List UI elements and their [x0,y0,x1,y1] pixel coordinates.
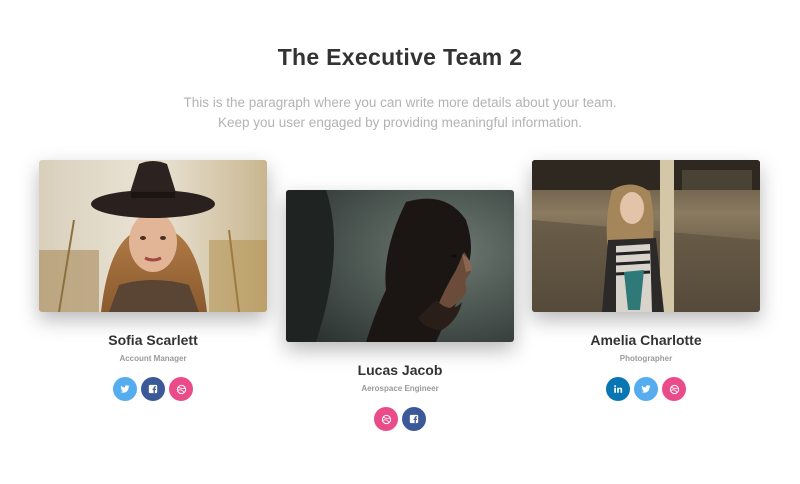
social-links [286,407,514,431]
dribbble-icon [381,414,391,424]
member-role: Photographer [619,354,673,363]
twitter-button[interactable] [634,377,658,401]
twitter-icon [120,385,130,393]
facebook-icon [409,414,419,424]
member-role: Aerospace Engineer [361,384,439,393]
dribbble-button[interactable] [662,377,686,401]
team-card-sofia: Sofia Scarlett Account Manager [39,160,267,401]
dribbble-icon [176,384,186,394]
linkedin-button[interactable] [606,377,630,401]
member-photo [39,160,267,312]
social-links [39,377,267,401]
twitter-icon [641,385,651,393]
member-photo [532,160,760,312]
member-name: Amelia Charlotte [590,332,702,348]
twitter-button[interactable] [113,377,137,401]
member-name: Sofia Scarlett [108,332,198,348]
section-title: The Executive Team 2 [277,44,523,70]
member-photo [286,190,514,342]
dribbble-icon [669,384,679,394]
facebook-icon [148,384,158,394]
facebook-button[interactable] [141,377,165,401]
section-description: This is the paragraph where you can writ… [183,95,617,130]
team-section: The Executive Team 2 This is the paragra… [0,0,800,484]
linkedin-icon [614,385,623,393]
member-name: Lucas Jacob [357,362,443,378]
team-card-lucas: Lucas Jacob Aerospace Engineer [286,190,514,431]
social-links [532,377,760,401]
dribbble-button[interactable] [169,377,193,401]
team-card-amelia: Amelia Charlotte Photographer [532,160,760,401]
facebook-button[interactable] [402,407,426,431]
dribbble-button[interactable] [374,407,398,431]
member-role: Account Manager [119,354,187,363]
